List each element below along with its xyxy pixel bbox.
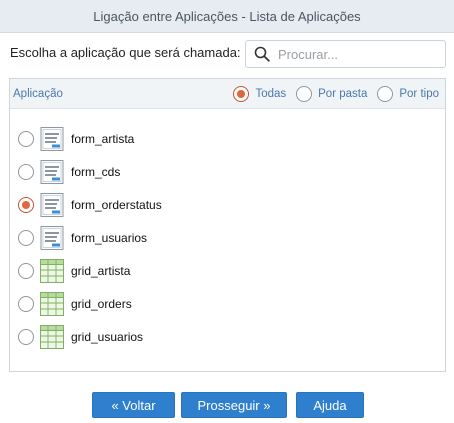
app-radio[interactable] [18, 164, 34, 180]
app-radio[interactable] [18, 329, 34, 345]
column-title-aplicacao: Aplicação [13, 87, 63, 100]
form-icon [40, 193, 64, 217]
proceed-button[interactable]: Prosseguir » [181, 392, 287, 418]
filter-todas-radio[interactable] [233, 85, 250, 102]
application-list-panel: Aplicação Todas Por pasta Por tipo form_… [9, 78, 446, 372]
search-icon [254, 46, 270, 62]
grid-icon [40, 325, 64, 349]
app-name: grid_orders [71, 297, 132, 311]
dialog-title: Ligação entre Aplicações - Lista de Apli… [93, 8, 361, 24]
list-item-form-artista[interactable]: form_artista [18, 127, 134, 151]
back-button[interactable]: « Voltar [92, 392, 175, 418]
filter-por-pasta[interactable]: Por pasta [296, 85, 368, 102]
filter-por-pasta-label: Por pasta [318, 87, 368, 100]
list-item-grid-orders[interactable]: grid_orders [18, 292, 132, 316]
filter-por-tipo[interactable]: Por tipo [377, 85, 439, 102]
form-icon [40, 127, 64, 151]
filter-por-pasta-radio[interactable] [296, 85, 313, 102]
help-button[interactable]: Ajuda [296, 392, 364, 418]
dialog-title-bar: Ligação entre Aplicações - Lista de Apli… [0, 0, 454, 33]
app-radio[interactable] [18, 131, 34, 147]
form-icon [40, 226, 64, 250]
app-radio[interactable] [18, 263, 34, 279]
app-name: form_artista [71, 132, 135, 146]
filter-por-tipo-label: Por tipo [399, 87, 439, 100]
form-icon [40, 160, 64, 184]
filter-por-tipo-radio[interactable] [377, 85, 394, 102]
app-link-dialog: Ligação entre Aplicações - Lista de Apli… [0, 0, 454, 423]
app-name: grid_usuarios [71, 330, 144, 344]
grid-icon [40, 292, 64, 316]
list-item-form-usuarios[interactable]: form_usuarios [18, 226, 147, 250]
list-item-form-cds[interactable]: form_cds [18, 160, 120, 184]
app-name: form_usuarios [71, 231, 148, 245]
filter-group: Todas Por pasta Por tipo [233, 85, 445, 102]
chooser-label: Escolha a aplicação que será chamada: [10, 45, 241, 60]
filter-todas-label: Todas [255, 87, 287, 100]
app-radio[interactable] [18, 296, 34, 312]
app-radio[interactable] [18, 230, 34, 246]
app-name: form_cds [71, 165, 121, 179]
list-item-grid-usuarios[interactable]: grid_usuarios [18, 325, 143, 349]
app-name: form_orderstatus [71, 198, 162, 212]
app-name: grid_artista [71, 264, 131, 278]
list-header: Aplicação Todas Por pasta Por tipo [10, 79, 445, 109]
app-radio-selected[interactable] [18, 197, 34, 213]
grid-icon [40, 259, 64, 283]
search-input[interactable] [278, 46, 438, 62]
list-item-form-orderstatus[interactable]: form_orderstatus [18, 193, 162, 217]
list-item-grid-artista[interactable]: grid_artista [18, 259, 130, 283]
search-box[interactable] [245, 40, 446, 68]
filter-todas[interactable]: Todas [233, 85, 287, 102]
